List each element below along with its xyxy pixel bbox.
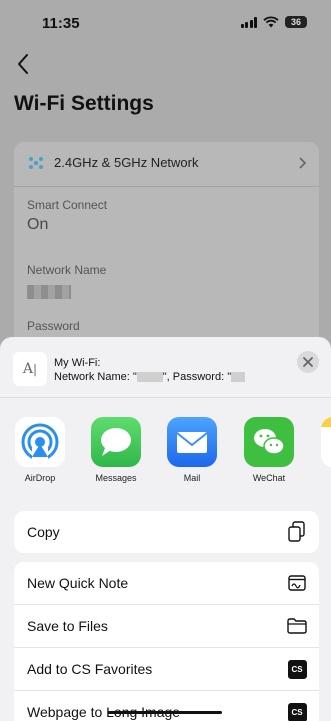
smart-connect-label: Smart Connect (27, 198, 108, 212)
close-icon (303, 357, 313, 367)
copy-action[interactable]: Copy (14, 511, 319, 553)
messages-icon (91, 417, 141, 467)
share-subtitle: Network Name: " ", Password: " (54, 371, 246, 383)
network-settings-card: 2.4GHz & 5GHz Network Smart Connect On N… (14, 142, 319, 352)
app-label: AirDrop (24, 473, 56, 483)
document-thumbnail: A | (13, 352, 47, 386)
chevron-right-icon (299, 157, 307, 169)
app-airdrop[interactable]: AirDrop (8, 417, 72, 483)
copy-icon (287, 521, 307, 542)
action-label: New Quick Note (27, 575, 129, 591)
cellular-signal-icon (240, 16, 257, 28)
network-row[interactable]: 2.4GHz & 5GHz Network (28, 155, 199, 170)
subtitle-mid: ", Password: " (162, 371, 232, 383)
cs-icon: CS (287, 659, 307, 679)
share-app-row: AirDrop Messages Mail WeChat (0, 417, 331, 497)
action-add-to-cs-favorites[interactable]: Add to CS Favorites CS (14, 647, 319, 690)
app-label: Mail (183, 473, 201, 483)
network-icon (29, 156, 43, 169)
copy-label: Copy (27, 524, 60, 540)
network-row-label: 2.4GHz & 5GHz Network (54, 155, 199, 170)
subtitle-prefix: Network Name: " (54, 371, 137, 383)
app-label: WeChat (252, 473, 286, 483)
redacted-password (231, 372, 246, 383)
wechat-icon (244, 417, 294, 467)
home-indicator[interactable] (108, 711, 222, 714)
status-icons: 36 (240, 16, 307, 28)
network-name-label: Network Name (27, 263, 107, 277)
cursor-mark: | (33, 362, 38, 376)
redacted-network-name (136, 372, 163, 383)
app-mail[interactable]: Mail (160, 417, 224, 483)
network-name-redacted (27, 285, 71, 299)
share-title: My Wi-Fi: (54, 357, 101, 369)
password-label: Password (27, 319, 80, 333)
action-label: Save to Files (27, 618, 108, 634)
cs-badge: CS (287, 659, 307, 679)
divider (14, 186, 319, 187)
cs-badge: CS (287, 702, 307, 721)
action-save-to-files[interactable]: Save to Files (14, 604, 319, 647)
back-chevron-icon[interactable] (14, 52, 34, 76)
app-messages[interactable]: Messages (84, 417, 148, 483)
close-button[interactable] (297, 351, 319, 373)
folder-icon (287, 616, 307, 636)
status-bar: 11:35 36 (0, 0, 331, 46)
cs-icon: CS (287, 702, 307, 721)
divider (0, 397, 331, 398)
smart-connect-value: On (27, 216, 49, 233)
share-header: A | My Wi-Fi: Network Name: " ", Password:… (0, 337, 331, 397)
actions-card: New Quick Note Save to Files Add to CS F… (14, 562, 319, 721)
airdrop-icon (15, 417, 65, 467)
quick-note-icon (287, 573, 307, 593)
notes-icon (321, 417, 331, 467)
app-label: Messages (95, 473, 137, 483)
copy-card: Copy (14, 511, 319, 553)
action-label: Add to CS Favorites (27, 661, 153, 677)
app-notes-partial[interactable] (314, 417, 331, 467)
status-time: 11:35 (42, 15, 80, 32)
share-sheet: A | My Wi-Fi: Network Name: " ", Password:… (0, 337, 331, 721)
app-wechat[interactable]: WeChat (237, 417, 301, 483)
wifi-icon (263, 16, 279, 28)
battery-icon: 36 (285, 16, 307, 28)
mail-icon (167, 417, 217, 467)
page-title: Wi-Fi Settings (14, 92, 154, 115)
action-new-quick-note[interactable]: New Quick Note (14, 562, 319, 604)
thumbnail-text: A (22, 361, 34, 377)
action-webpage-to-long-image[interactable]: Webpage to Long Image CS (14, 690, 319, 721)
